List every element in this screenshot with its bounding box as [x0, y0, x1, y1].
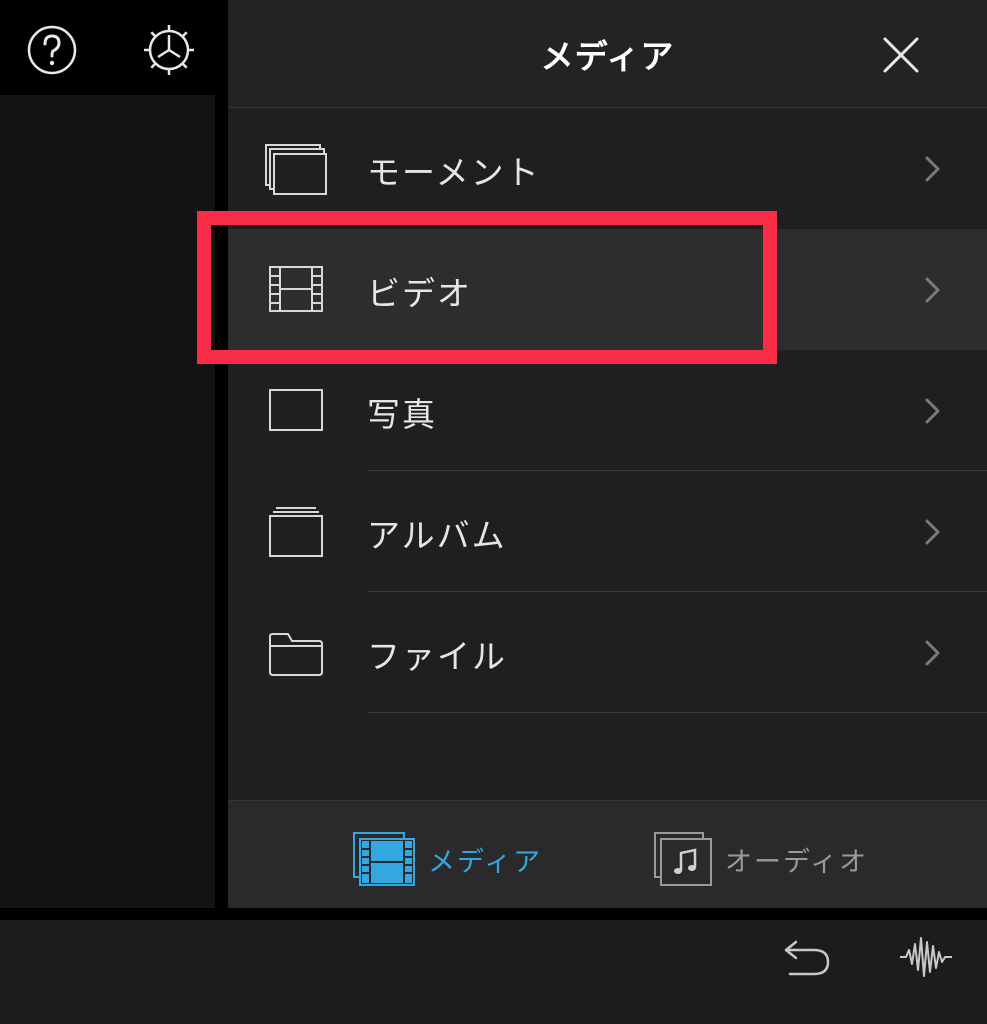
- tab-audio-label: オーディオ: [725, 846, 869, 878]
- chevron-right-icon: [925, 519, 940, 545]
- photo-icon: [269, 389, 323, 431]
- video-film-icon: [269, 266, 323, 312]
- row-separator: [367, 712, 987, 713]
- media-source-list: モーメント ビデオ 写真 アルバム ファイル: [228, 108, 987, 713]
- list-item-files[interactable]: ファイル: [228, 592, 987, 713]
- media-panel: メディア モーメント ビデオ 写真 アルバム ファイル メディア オーディオ: [228, 0, 987, 908]
- folder-icon: [269, 633, 323, 676]
- app-root: メディア モーメント ビデオ 写真 アルバム ファイル メディア オーディオ: [0, 0, 987, 1024]
- tab-media-label: メディア: [428, 846, 543, 878]
- close-icon[interactable]: [876, 30, 926, 80]
- chevron-right-icon: [925, 156, 940, 182]
- list-item-label: ビデオ: [367, 274, 472, 313]
- audio-note-icon: [654, 832, 712, 886]
- tab-audio[interactable]: オーディオ: [653, 831, 868, 887]
- list-item-label: モーメント: [367, 153, 541, 192]
- top-toolbar: [0, 0, 228, 95]
- preview-viewer: [0, 95, 215, 908]
- list-item-album[interactable]: アルバム: [228, 471, 987, 592]
- chevron-right-icon: [925, 640, 940, 666]
- tab-media[interactable]: メディア: [352, 831, 542, 887]
- panel-title: メディア: [540, 37, 675, 76]
- chevron-right-icon: [925, 277, 940, 303]
- album-icon: [269, 507, 323, 557]
- panel-tab-bar: メディア オーディオ: [228, 800, 987, 908]
- audio-waveform-icon[interactable]: [898, 932, 954, 982]
- help-icon[interactable]: [26, 24, 78, 76]
- viewer-divider: [215, 95, 228, 908]
- list-item-label: アルバム: [367, 516, 507, 555]
- list-item-photo[interactable]: 写真: [228, 350, 987, 471]
- settings-gear-icon[interactable]: [141, 22, 197, 78]
- panel-header: メディア: [228, 0, 987, 108]
- list-item-video[interactable]: ビデオ: [228, 229, 987, 350]
- list-item-label: ファイル: [367, 637, 507, 676]
- moments-icon: [265, 144, 327, 195]
- undo-icon[interactable]: [782, 934, 834, 980]
- bottom-toolbar: [0, 920, 987, 1024]
- list-item-moments[interactable]: モーメント: [228, 108, 987, 229]
- media-film-icon: [353, 832, 415, 886]
- chevron-right-icon: [925, 398, 940, 424]
- list-item-label: 写真: [367, 395, 437, 434]
